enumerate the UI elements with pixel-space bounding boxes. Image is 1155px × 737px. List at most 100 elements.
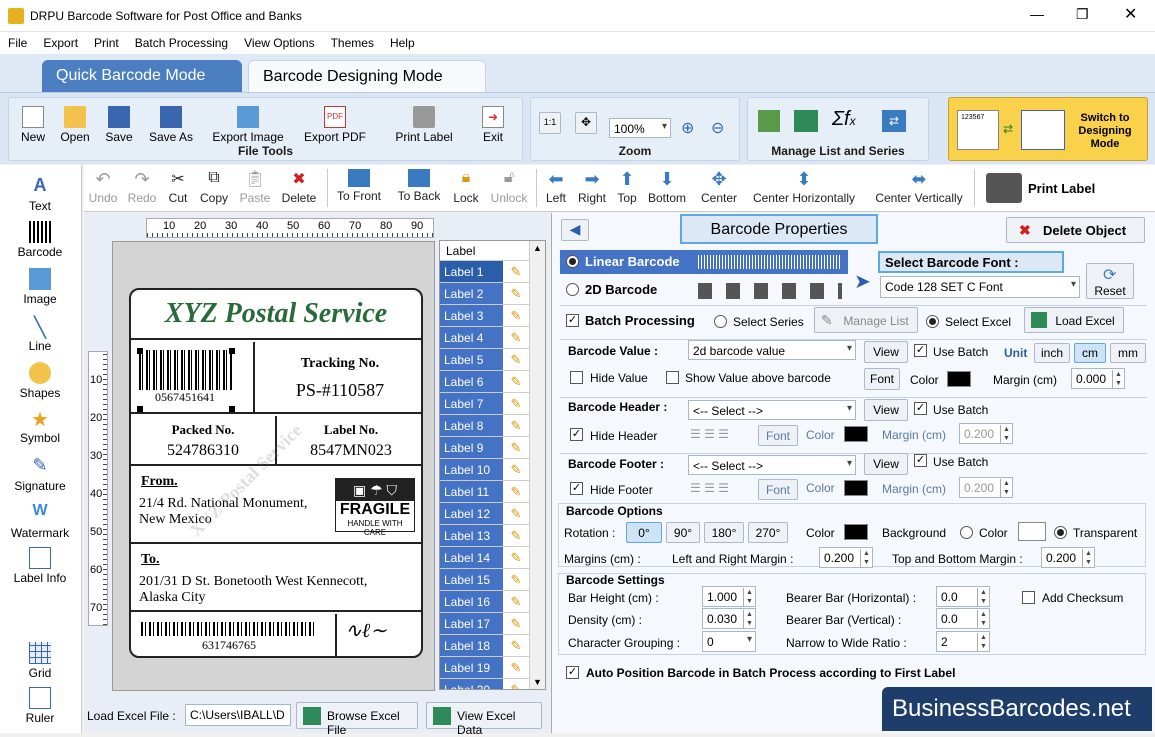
exit-button[interactable]: ➜ Exit	[475, 106, 511, 144]
print-label-button[interactable]: Print Label	[982, 171, 1106, 205]
pencil-icon[interactable]: ✎	[503, 679, 529, 689]
label-list-item[interactable]: Label 13 ✎	[440, 525, 529, 547]
label-list-item[interactable]: Label 10 ✎	[440, 459, 529, 481]
label-list-item[interactable]: Label 20 ✎	[440, 679, 529, 689]
label-list-item[interactable]: Label 18 ✎	[440, 635, 529, 657]
zoom-select[interactable]: 100%	[609, 118, 671, 138]
align-right-button[interactable]: ➡ Right	[576, 169, 608, 205]
excel-path-input[interactable]: C:\Users\IBALL\D	[185, 704, 291, 726]
view-header-button[interactable]: View	[864, 399, 908, 421]
label-list-item[interactable]: Label 4 ✎	[440, 327, 529, 349]
view-excel-button[interactable]: View Excel Data	[426, 702, 542, 737]
batch-processing-checkbox[interactable]: ✓	[566, 314, 579, 327]
manage-list-button[interactable]: ✎ Manage List	[814, 307, 918, 333]
zoom-in-icon[interactable]: ⊕	[681, 118, 694, 138]
menu-batch-processing[interactable]: Batch Processing	[127, 32, 236, 50]
label-list-item[interactable]: Label 3 ✎	[440, 305, 529, 327]
delete-object-button[interactable]: ✖ Delete Object	[1006, 217, 1145, 243]
zoom-1-1-button[interactable]: 1:1	[539, 112, 561, 134]
background-color-radio[interactable]	[960, 526, 973, 539]
selection-handle[interactable]	[137, 348, 143, 354]
tool-line[interactable]: ╲ Line	[2, 315, 78, 353]
lr-margin-stepper[interactable]: ▲ ▼	[860, 549, 872, 567]
menu-print[interactable]: Print	[86, 32, 127, 50]
pencil-icon[interactable]: ✎	[503, 569, 529, 590]
hide-footer-checkbox[interactable]: ✓	[570, 482, 583, 495]
open-button[interactable]: Open	[55, 106, 95, 144]
label-list-item[interactable]: Label 8 ✎	[440, 415, 529, 437]
select-excel-radio[interactable]	[926, 315, 939, 328]
pencil-icon[interactable]: ✎	[503, 283, 529, 304]
pencil-icon[interactable]: ✎	[503, 657, 529, 678]
align-top-button[interactable]: ⬆ Top	[614, 169, 640, 205]
ratio-stepper[interactable]: ▲ ▼	[977, 633, 989, 651]
barcode-font-select[interactable]: Code 128 SET C Font	[880, 276, 1080, 298]
barcode-value-select[interactable]: 2d barcode value	[688, 340, 856, 360]
hide-header-checkbox[interactable]: ✓	[570, 428, 583, 441]
formula-icon[interactable]: Σfx	[832, 108, 856, 131]
label-list-item[interactable]: Label 19 ✎	[440, 657, 529, 679]
selection-handle[interactable]	[229, 406, 235, 412]
label-title[interactable]: XYZ Postal Service	[131, 298, 421, 330]
footer-margin-stepper[interactable]: ▲ ▼	[1000, 479, 1012, 497]
label-list-item[interactable]: Label 9 ✎	[440, 437, 529, 459]
copy-button[interactable]: ⧉ Copy	[196, 169, 232, 205]
label-list-item[interactable]: Label 14 ✎	[440, 547, 529, 569]
footer-color-swatch[interactable]	[844, 480, 868, 496]
pencil-icon[interactable]: ✎	[503, 459, 529, 480]
footer-select[interactable]: <-- Select -->	[688, 455, 856, 475]
menu-file[interactable]: File	[0, 32, 35, 50]
rotation-90-button[interactable]: 90°	[666, 522, 700, 543]
density-stepper[interactable]: ▲ ▼	[743, 610, 755, 628]
save-as-button[interactable]: Save As	[143, 106, 199, 144]
value-margin-stepper[interactable]: ▲ ▼	[1112, 370, 1124, 388]
bearer-v-stepper[interactable]: ▲ ▼	[977, 610, 989, 628]
maximize-icon[interactable]: ❐	[1076, 6, 1089, 23]
tb-margin-stepper[interactable]: ▲ ▼	[1082, 549, 1094, 567]
pencil-icon[interactable]: ✎	[503, 635, 529, 656]
align-left-button[interactable]: ⬅ Left	[542, 169, 570, 205]
unit-cm-button[interactable]: cm	[1074, 343, 1106, 363]
reset-button[interactable]: ⟳ Reset	[1086, 263, 1134, 299]
footer-font-button[interactable]: Font	[758, 479, 798, 500]
delete-button[interactable]: ✖ Delete	[278, 169, 320, 205]
export-image-button[interactable]: Export Image	[205, 106, 291, 144]
pencil-icon[interactable]: ✎	[503, 481, 529, 502]
tool-label-info[interactable]: Label Info	[2, 547, 78, 585]
pencil-icon[interactable]: ✎	[503, 349, 529, 370]
export-pdf-button[interactable]: PDF Export PDF	[299, 106, 371, 144]
value-color-swatch[interactable]	[947, 371, 971, 387]
rotation-180-button[interactable]: 180°	[704, 522, 744, 543]
tab-quick-barcode-mode[interactable]: Quick Barcode Mode	[42, 60, 242, 92]
label-card[interactable]: XYZ Postal Service 0567451641 Tracking N…	[129, 288, 423, 658]
selection-handle[interactable]	[229, 348, 235, 354]
header-color-swatch[interactable]	[844, 426, 868, 442]
minimize-icon[interactable]: —	[1030, 6, 1044, 22]
cut-button[interactable]: ✂ Cut	[164, 169, 192, 205]
label-list-item[interactable]: Label 5 ✎	[440, 349, 529, 371]
linear-barcode-radio[interactable]	[566, 255, 579, 268]
label-list-item[interactable]: Label 2 ✎	[440, 283, 529, 305]
footer-use-batch-checkbox[interactable]: ✓	[914, 454, 927, 467]
load-excel-button[interactable]: Load Excel	[1024, 307, 1124, 333]
browse-excel-button[interactable]: Browse Excel File	[296, 702, 418, 737]
add-checksum-checkbox[interactable]	[1022, 591, 1035, 604]
new-button[interactable]: New	[15, 106, 51, 144]
save-button[interactable]: Save	[101, 106, 137, 144]
label-list-item[interactable]: Label 11 ✎	[440, 481, 529, 503]
pencil-icon[interactable]: ✎	[503, 415, 529, 436]
tool-signature[interactable]: ✎ Signature	[2, 455, 78, 493]
pencil-icon[interactable]: ✎	[503, 547, 529, 568]
menu-themes[interactable]: Themes	[323, 32, 382, 50]
signature-image[interactable]: ∿ℓ∼	[345, 618, 387, 643]
tool-shapes[interactable]: Shapes	[2, 362, 78, 400]
view-footer-button[interactable]: View	[864, 453, 908, 475]
zoom-out-icon[interactable]: ⊖	[711, 118, 724, 138]
tab-barcode-designing-mode[interactable]: Barcode Designing Mode	[248, 60, 486, 92]
header-use-batch-checkbox[interactable]: ✓	[914, 402, 927, 415]
unlock-button[interactable]: 🔓︎ Unlock	[488, 169, 530, 205]
options-color-swatch[interactable]	[844, 524, 868, 540]
pencil-icon[interactable]: ✎	[503, 613, 529, 634]
2d-barcode-radio[interactable]	[566, 283, 579, 296]
label-list-item[interactable]: Label 16 ✎	[440, 591, 529, 613]
